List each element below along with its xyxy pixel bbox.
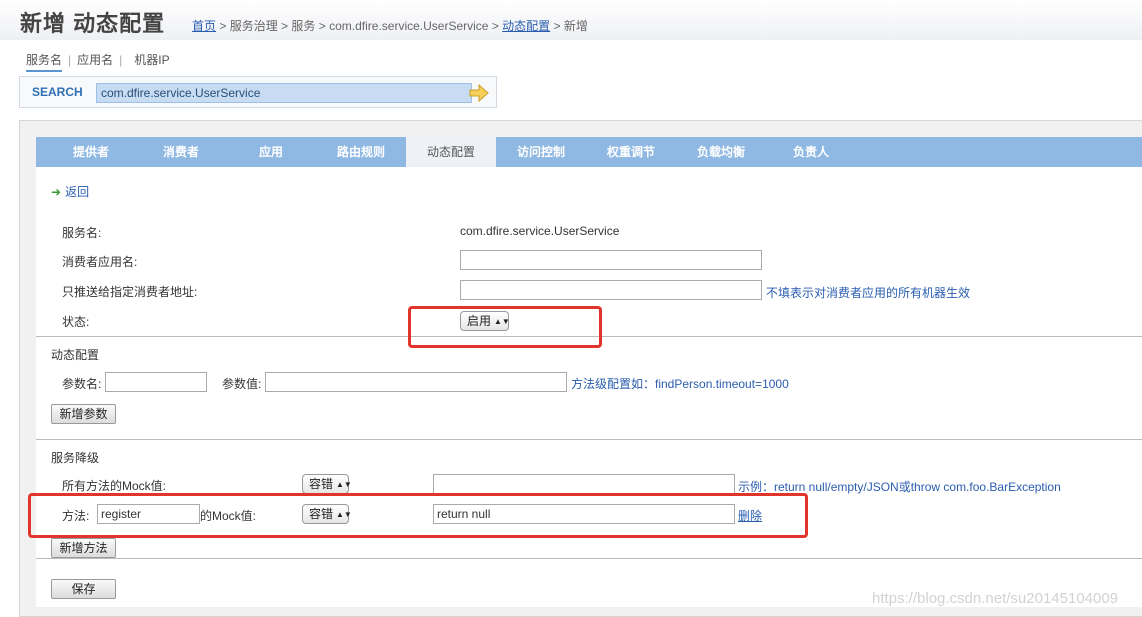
status-highlight-box: [408, 306, 602, 348]
breadcrumb-service: 服务: [291, 19, 316, 33]
tab-consumers[interactable]: 消费者: [136, 137, 226, 167]
breadcrumb-separator: >: [550, 19, 564, 33]
page-title: 新增 动态配置: [20, 11, 166, 36]
back-link[interactable]: ➜ 返回: [51, 183, 89, 200]
consumer-address-input[interactable]: [460, 280, 762, 300]
divider: [36, 439, 1142, 440]
tab-separator: |: [119, 53, 123, 67]
service-label: 服务名:: [62, 226, 102, 240]
breadcrumb: 首页 > 服务治理 > 服务 > com.dfire.service.UserS…: [192, 17, 588, 34]
param-value-label: 参数值:: [222, 377, 262, 391]
watermark: https://blog.csdn.net/su20145104009: [872, 590, 1119, 607]
main-panel: 提供者 消费者 应用 路由规则 动态配置 访问控制 权重调节 负载均衡 负责人 …: [19, 120, 1142, 617]
tab-separator: |: [68, 53, 72, 67]
tab-routes[interactable]: 路由规则: [316, 137, 406, 167]
consumer-app-input[interactable]: [460, 250, 762, 270]
select-arrows-icon: ▲▼: [336, 480, 352, 489]
breadcrumb-separator: >: [488, 19, 503, 33]
tab-dynamic-config[interactable]: 动态配置: [406, 137, 496, 167]
add-method-button[interactable]: 新增方法: [51, 538, 116, 558]
search-type-tabs: 服务名 | 应用名 | 机器IP: [26, 51, 170, 72]
nav-tabs: 提供者 消费者 应用 路由规则 动态配置 访问控制 权重调节 负载均衡 负责人: [36, 137, 1142, 167]
breadcrumb-separator: >: [315, 19, 330, 33]
arrow-right-icon[interactable]: [469, 84, 489, 102]
all-methods-mode-select[interactable]: 容错 ▲▼: [302, 474, 352, 494]
search-box: SEARCH: [19, 76, 497, 108]
search-tab-service[interactable]: 服务名: [26, 51, 63, 72]
search-tab-ip[interactable]: 机器IP: [134, 51, 169, 68]
search-label: SEARCH: [32, 85, 83, 99]
breadcrumb-current: 新增: [563, 19, 588, 33]
back-label: 返回: [65, 185, 90, 199]
tab-owners[interactable]: 负责人: [766, 137, 856, 167]
consumer-app-label: 消费者应用名:: [62, 255, 138, 269]
breadcrumb-separator: >: [277, 19, 292, 33]
param-hint: 方法级配置如：findPerson.timeout=1000: [571, 377, 789, 391]
status-label: 状态:: [62, 315, 90, 329]
service-value: com.dfire.service.UserService: [460, 224, 620, 238]
add-param-button[interactable]: 新增参数: [51, 404, 116, 424]
breadcrumb-service-name: com.dfire.service.UserService: [329, 19, 489, 33]
search-input[interactable]: [96, 83, 472, 103]
tab-load-balance[interactable]: 负载均衡: [676, 137, 766, 167]
search-tab-app[interactable]: 应用名: [77, 51, 113, 68]
method-mock-highlight-box: [28, 493, 808, 538]
consumer-address-hint: 不填表示对消费者应用的所有机器生效: [766, 286, 971, 300]
tab-access-control[interactable]: 访问控制: [496, 137, 586, 167]
breadcrumb-governance: 服务治理: [229, 19, 278, 33]
tab-weights[interactable]: 权重调节: [586, 137, 676, 167]
degrade-title: 服务降级: [51, 451, 100, 465]
all-methods-mock-label: 所有方法的Mock值:: [62, 479, 167, 493]
tab-providers[interactable]: 提供者: [46, 137, 136, 167]
back-arrow-icon: ➜: [51, 185, 62, 199]
breadcrumb-home-link[interactable]: 首页: [192, 19, 216, 33]
param-name-input[interactable]: [105, 372, 207, 392]
all-methods-mode-value: 容错: [309, 477, 334, 491]
param-name-label: 参数名:: [62, 377, 102, 391]
breadcrumb-dynamic-config-link[interactable]: 动态配置: [502, 19, 550, 33]
all-methods-mock-input[interactable]: [433, 474, 735, 494]
consumer-address-label: 只推送给指定消费者地址:: [62, 285, 198, 299]
param-value-input[interactable]: [265, 372, 567, 392]
save-button[interactable]: 保存: [51, 579, 116, 599]
divider: [36, 558, 1142, 559]
breadcrumb-separator: >: [216, 19, 230, 33]
dynamic-config-title: 动态配置: [51, 348, 100, 362]
tab-applications[interactable]: 应用: [226, 137, 316, 167]
